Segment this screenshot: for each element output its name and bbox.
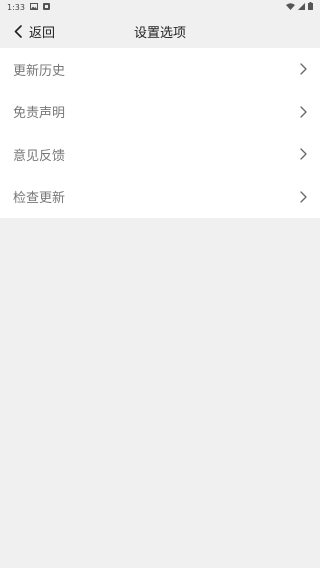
menu-item-label: 意见反馈	[13, 148, 66, 164]
signal-icon	[298, 2, 305, 12]
settings-list: 更新历史 免责声明 意见反馈 检查更新	[0, 48, 320, 218]
clock: 1:33	[7, 2, 25, 12]
menu-item-disclaimer[interactable]: 免责声明	[0, 91, 320, 134]
chevron-left-icon	[14, 24, 22, 38]
menu-item-update-history[interactable]: 更新历史	[0, 48, 320, 91]
menu-item-label: 检查更新	[13, 191, 66, 207]
menu-item-label: 免责声明	[13, 106, 66, 122]
app-header: 返回 设置选项	[0, 14, 320, 48]
chevron-right-icon	[300, 106, 307, 118]
back-button[interactable]: 返回	[14, 14, 55, 48]
notification-icon	[42, 2, 50, 12]
back-label: 返回	[29, 25, 56, 41]
status-right	[286, 2, 313, 12]
status-left: 1:33	[7, 2, 50, 12]
menu-item-label: 更新历史	[13, 63, 66, 79]
chevron-right-icon	[300, 148, 307, 160]
chevron-right-icon	[300, 191, 307, 203]
status-bar: 1:33	[0, 0, 320, 14]
menu-item-check-update[interactable]: 检查更新	[0, 176, 320, 219]
battery-icon	[308, 2, 313, 12]
image-icon	[29, 2, 38, 12]
menu-item-feedback[interactable]: 意见反馈	[0, 133, 320, 176]
wifi-icon	[286, 2, 295, 12]
chevron-right-icon	[300, 63, 307, 75]
